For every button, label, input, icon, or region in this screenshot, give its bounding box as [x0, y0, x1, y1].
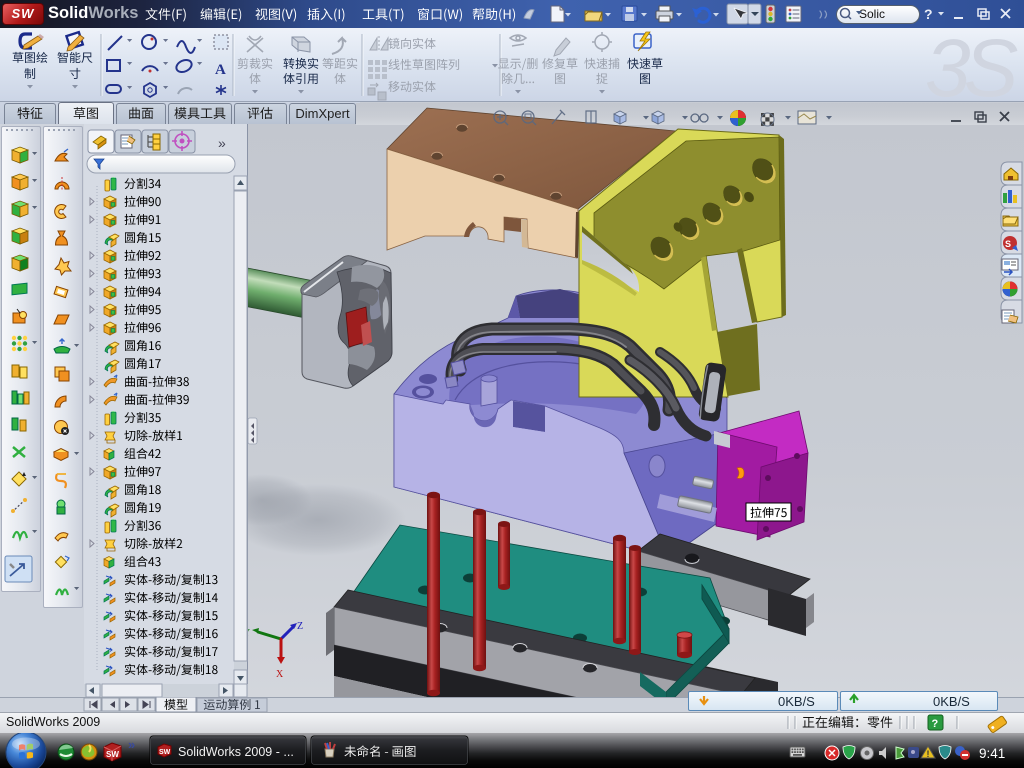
svg-text:Y: Y	[248, 628, 250, 639]
svg-text:A: A	[215, 62, 226, 78]
svg-text:SW: SW	[159, 749, 171, 756]
svg-text:»: »	[128, 737, 135, 752]
svg-text:0KB/S: 0KB/S	[778, 694, 815, 709]
svg-text:SolidWorks 2009 - ...: SolidWorks 2009 - ...	[178, 745, 294, 759]
svg-text:0KB/S: 0KB/S	[933, 694, 970, 709]
svg-text:»: »	[218, 135, 226, 151]
svg-text:Z: Z	[297, 621, 303, 632]
svg-text:!: !	[927, 749, 930, 759]
svg-text:9:41: 9:41	[979, 746, 1005, 761]
svg-text:?: ?	[924, 6, 933, 22]
svg-text:S: S	[1005, 239, 1011, 249]
svg-text:X: X	[276, 669, 284, 680]
svg-text:?: ?	[932, 718, 939, 730]
svg-text:SW: SW	[106, 750, 119, 759]
